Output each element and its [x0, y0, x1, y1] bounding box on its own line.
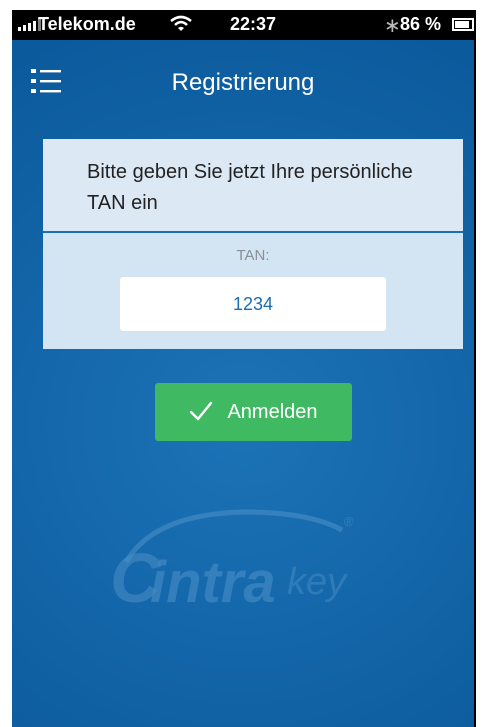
carrier-name: Telekom.de	[38, 14, 136, 34]
login-button-label: Anmelden	[227, 400, 318, 423]
check-icon	[190, 401, 213, 421]
status-bar: Telekom.de 22:37 ∗ 86 %	[12, 10, 474, 40]
tan-prompt: Bitte geben Sie jetzt Ihre persönliche T…	[87, 161, 413, 214]
logo-registered-mark: ®	[344, 514, 354, 529]
tan-panel: Bitte geben Sie jetzt Ihre persönliche T…	[43, 139, 463, 349]
tan-section: TAN:	[43, 233, 463, 349]
logo-text-primary: intra	[150, 550, 276, 615]
battery-percent: 86 %	[400, 14, 442, 34]
intrakey-logo: C intra key ®	[110, 509, 354, 617]
device-frame: Telekom.de 22:37 ∗ 86 % Registrierung Bi…	[12, 10, 476, 727]
tan-label: TAN:	[236, 247, 270, 264]
tan-input[interactable]	[120, 277, 386, 331]
battery-icon	[452, 18, 474, 31]
battery-fill	[455, 21, 469, 28]
nav-bar: Registrierung	[12, 40, 474, 110]
bluetooth-icon: ∗	[384, 15, 401, 37]
prompt-box: Bitte geben Sie jetzt Ihre persönliche T…	[43, 139, 463, 233]
login-button[interactable]: Anmelden	[155, 383, 352, 441]
wifi-icon	[170, 15, 192, 31]
app-screen: Telekom.de 22:37 ∗ 86 % Registrierung Bi…	[12, 10, 474, 727]
logo-text-secondary: key	[287, 561, 348, 603]
status-time: 22:37	[230, 14, 277, 34]
page-title: Registrierung	[171, 69, 315, 96]
